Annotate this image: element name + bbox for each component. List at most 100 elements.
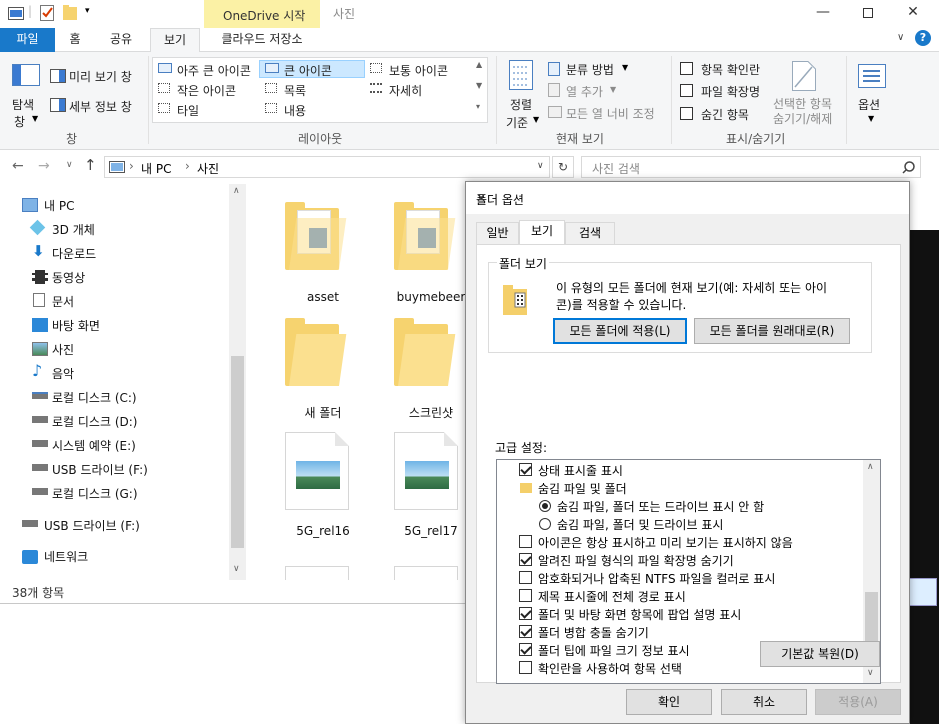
details-pane-button[interactable]: 세부 정보 창	[69, 98, 132, 115]
tab-view[interactable]: 보기	[519, 220, 565, 244]
layout-expand-icon[interactable]: ▾	[476, 102, 480, 111]
layout-small-icons[interactable]: 작은 아이콘	[177, 82, 236, 99]
breadcrumb-pc[interactable]: 내 PC	[141, 160, 171, 177]
file-item-5g-rel17[interactable]: 5G_rel17	[386, 524, 476, 538]
adv-checkbox[interactable]	[519, 625, 532, 638]
item-checkboxes-checkbox[interactable]	[680, 62, 693, 75]
address-dropdown-icon[interactable]: ∨	[537, 161, 544, 171]
file-extensions-checkbox[interactable]	[680, 84, 693, 97]
nav-scrollbar[interactable]: ∧ ∨	[229, 184, 246, 580]
nav-item-desktop[interactable]: 바탕 화면	[52, 317, 100, 334]
group-by-dropdown-icon[interactable]: ▼	[622, 63, 628, 72]
cancel-button[interactable]: 취소	[721, 689, 807, 715]
layout-large-icons[interactable]: 큰 아이콘	[284, 62, 332, 79]
refresh-icon[interactable]: ↻	[552, 156, 574, 178]
adv-row-full-path[interactable]: 제목 표시줄에 전체 경로 표시	[497, 587, 857, 605]
layout-content[interactable]: 내용	[284, 102, 306, 119]
nav-item-this-pc[interactable]: 내 PC	[44, 197, 74, 214]
layout-medium-icons[interactable]: 보통 아이콘	[389, 62, 448, 79]
adv-checkbox[interactable]	[519, 571, 532, 584]
options-button[interactable]: 옵션 ▼	[852, 58, 892, 126]
add-columns-dropdown-icon[interactable]: ▼	[610, 85, 616, 94]
adv-checkbox[interactable]	[519, 643, 532, 656]
file-item-buymebeer[interactable]: buymebeer	[386, 290, 476, 304]
scroll-up-icon[interactable]: ∧	[233, 186, 240, 196]
folder-icon[interactable]	[394, 318, 456, 388]
up-arrow-icon[interactable]: ↑	[84, 156, 97, 174]
adv-radio[interactable]	[539, 500, 551, 512]
adv-row-merge-conflicts[interactable]: 폴더 병합 충돌 숨기기	[497, 623, 857, 641]
add-columns-button[interactable]: 열 추가	[566, 83, 603, 100]
nav-item-pictures[interactable]: 사진	[52, 341, 74, 358]
tab-search[interactable]: 검색	[565, 222, 615, 244]
search-input[interactable]: 사진 검색	[592, 160, 640, 177]
adv-checkbox[interactable]	[519, 661, 532, 674]
folder-with-photos-icon[interactable]	[394, 202, 456, 272]
image-file-icon[interactable]	[394, 566, 458, 580]
new-folder-quick-icon[interactable]	[63, 5, 78, 21]
nav-item-music[interactable]: 음악	[52, 365, 74, 382]
breadcrumb-pictures[interactable]: 사진	[197, 160, 219, 177]
nav-item-videos[interactable]: 동영상	[52, 269, 85, 286]
tab-view[interactable]: 보기	[150, 28, 200, 53]
scroll-up-icon[interactable]: ∧	[867, 462, 874, 472]
file-item-new-folder[interactable]: 새 폴더	[278, 404, 368, 421]
nav-item-drive-d[interactable]: 로컬 디스크 (D:)	[52, 413, 137, 430]
adv-checkbox[interactable]	[519, 553, 532, 566]
recent-locations-icon[interactable]: ∨	[66, 160, 73, 170]
fit-columns-button[interactable]: 모든 열 너비 조정	[566, 105, 655, 122]
tab-cloud-storage[interactable]: 클라우드 저장소	[205, 28, 319, 52]
properties-quick-icon[interactable]	[40, 5, 55, 21]
nav-item-drive-e[interactable]: 시스템 예약 (E:)	[52, 437, 136, 454]
layout-tiles[interactable]: 타일	[177, 102, 199, 119]
group-by-button[interactable]: 분류 방법	[566, 61, 614, 78]
back-arrow-icon[interactable]: ←	[12, 158, 24, 174]
nav-item-usb-f[interactable]: USB 드라이브 (F:)	[52, 461, 148, 478]
image-file-icon[interactable]	[394, 432, 458, 510]
adv-checkbox[interactable]	[519, 607, 532, 620]
nav-item-drive-g[interactable]: 로컬 디스크 (G:)	[52, 485, 138, 502]
tab-home[interactable]: 홈	[60, 28, 90, 52]
file-item-5g-rel16[interactable]: 5G_rel16	[278, 524, 368, 538]
tab-share[interactable]: 공유	[100, 28, 142, 52]
address-bar[interactable]: › 내 PC › 사진 ∨	[104, 156, 550, 178]
forward-arrow-icon[interactable]: →	[38, 158, 50, 174]
dialog-close-icon[interactable]: ✕	[476, 191, 899, 205]
apply-button[interactable]: 적용(A)	[815, 689, 901, 715]
onedrive-start-tab[interactable]: OneDrive 시작	[204, 0, 320, 28]
help-icon[interactable]: ?	[915, 30, 931, 46]
adv-row-hide-extensions[interactable]: 알려진 파일 형식의 파일 확장명 숨기기	[497, 551, 857, 569]
reset-folders-button[interactable]: 모든 폴더를 원래대로(R)	[694, 318, 850, 344]
layout-list[interactable]: 목록	[284, 82, 306, 99]
adv-checkbox[interactable]	[519, 589, 532, 602]
adv-row-always-icons[interactable]: 아이콘은 항상 표시하고 미리 보기는 표시하지 않음	[497, 533, 857, 551]
preview-pane-button[interactable]: 미리 보기 창	[69, 68, 132, 85]
adv-checkbox[interactable]	[519, 535, 532, 548]
nav-item-3d-objects[interactable]: 3D 개체	[52, 221, 95, 238]
nav-scroll-thumb[interactable]	[231, 356, 244, 548]
scroll-down-icon[interactable]: ∨	[233, 564, 240, 574]
navigation-pane-button[interactable]: 탐색 창 ▼	[6, 58, 46, 129]
adv-radio[interactable]	[539, 518, 551, 530]
restore-defaults-button[interactable]: 기본값 복원(D)	[760, 641, 880, 667]
nav-item-usb-f-root[interactable]: USB 드라이브 (F:)	[44, 517, 140, 534]
tab-general[interactable]: 일반	[476, 222, 519, 244]
file-item-asset[interactable]: asset	[278, 290, 368, 304]
ok-button[interactable]: 확인	[626, 689, 712, 715]
folder-icon[interactable]	[285, 318, 347, 388]
image-file-icon[interactable]	[285, 566, 349, 580]
adv-row-status-bar[interactable]: 상태 표시줄 표시	[497, 461, 857, 479]
layout-extra-large-icons[interactable]: 아주 큰 아이콘	[177, 62, 251, 79]
nav-item-network[interactable]: 네트워크	[44, 548, 88, 565]
layout-details[interactable]: 자세히	[389, 82, 422, 99]
search-icon[interactable]	[902, 161, 915, 174]
adv-row-dont-show-hidden[interactable]: 숨김 파일, 폴더 또는 드라이브 표시 안 함	[497, 497, 857, 515]
tab-file[interactable]: 파일	[0, 28, 55, 52]
layout-scroll-down-icon[interactable]: ▼	[476, 81, 482, 90]
layout-scroll-up-icon[interactable]: ▲	[476, 60, 482, 69]
adv-checkbox[interactable]	[519, 463, 532, 476]
apply-to-folders-button[interactable]: 모든 폴더에 적용(L)	[553, 318, 687, 344]
image-file-icon[interactable]	[285, 432, 349, 510]
hidden-items-checkbox[interactable]	[680, 107, 693, 120]
file-item-screenshots[interactable]: 스크린샷	[386, 404, 476, 421]
